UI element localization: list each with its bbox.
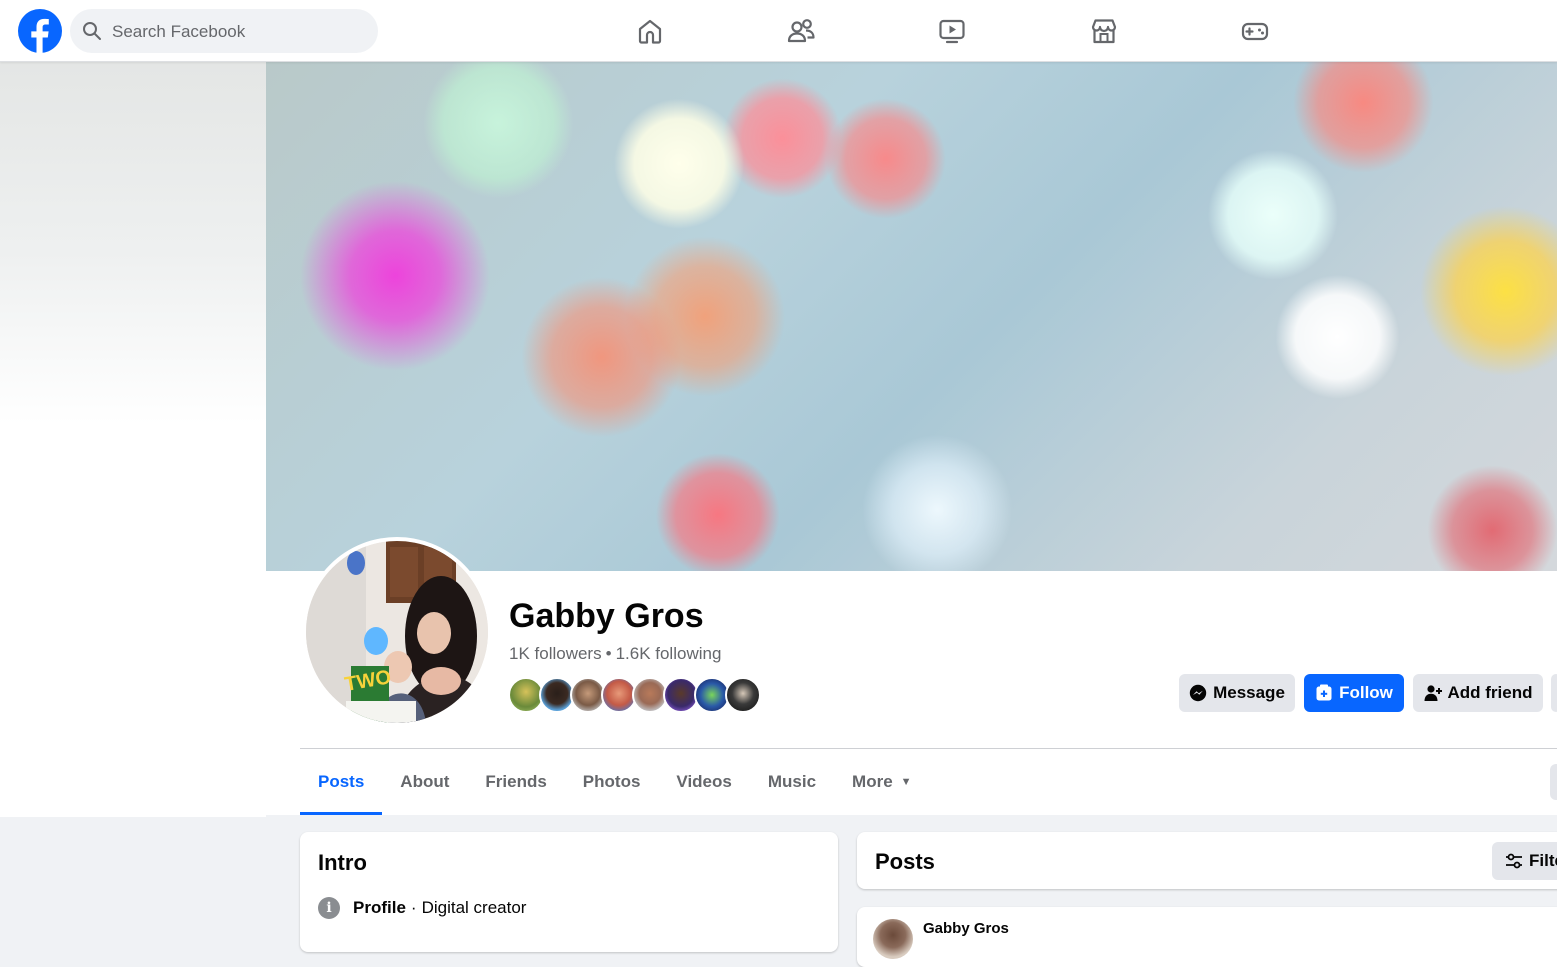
tab-more[interactable]: More ▼: [834, 749, 930, 815]
profile-picture[interactable]: TWO: [302, 537, 492, 727]
followers-count-link[interactable]: 1K followers: [509, 644, 602, 663]
tab-about[interactable]: About: [382, 749, 467, 815]
filters-button-label: Filters: [1529, 851, 1557, 870]
follow-icon: [1316, 684, 1332, 701]
tab-label: Photos: [582, 772, 641, 791]
add-friend-button-label: Add friend: [1447, 683, 1533, 702]
intro-row-label: Profile: [353, 898, 406, 917]
tab-label: Friends: [485, 772, 547, 791]
cover-photo[interactable]: [266, 62, 1557, 571]
search-input[interactable]: [110, 9, 364, 55]
caret-down-icon: ▼: [900, 776, 912, 788]
posts-header-card: Posts Filters: [857, 832, 1557, 889]
gaming-nav-button[interactable]: [1240, 16, 1270, 46]
marketplace-icon: [1091, 19, 1117, 44]
intro-row-separator: ·: [410, 898, 417, 917]
messenger-icon: [1189, 684, 1207, 702]
message-button-label: Message: [1213, 683, 1285, 702]
video-icon: [939, 19, 965, 44]
marketplace-nav-button[interactable]: [1089, 16, 1119, 46]
add-friend-button[interactable]: Add friend: [1413, 674, 1543, 712]
top-navigation-bar: [0, 0, 1557, 62]
following-count-link[interactable]: 1.6K following: [616, 644, 722, 663]
post-author-avatar[interactable]: [873, 919, 913, 959]
intro-card: Intro i Profile · Digital creator: [300, 832, 838, 952]
follow-counts: 1K followers • 1.6K following: [509, 644, 721, 664]
tab-friends[interactable]: Friends: [467, 749, 564, 815]
intro-title: Intro: [318, 850, 367, 875]
info-icon: i: [318, 897, 340, 919]
friends-nav-button[interactable]: [786, 16, 816, 46]
home-icon: [638, 19, 662, 44]
home-nav-button[interactable]: [635, 16, 665, 46]
friends-icon: [787, 19, 815, 43]
facebook-logo-icon[interactable]: [18, 9, 62, 53]
search-box[interactable]: [70, 9, 378, 55]
video-nav-button[interactable]: [937, 16, 967, 46]
intro-profile-row: i Profile · Digital creator: [318, 896, 526, 920]
tab-music[interactable]: Music: [750, 749, 834, 815]
tab-videos[interactable]: Videos: [658, 749, 749, 815]
gaming-icon: [1241, 22, 1269, 41]
separator-dot: •: [605, 644, 612, 663]
tab-options-button[interactable]: [1550, 764, 1557, 800]
filters-icon: [1506, 853, 1522, 869]
friend-avatar[interactable]: [725, 677, 761, 713]
tab-label: Music: [767, 772, 817, 791]
post-card: Gabby Gros: [857, 907, 1557, 967]
tab-label: Posts: [318, 772, 365, 791]
intro-row-value: Digital creator: [421, 898, 527, 917]
follow-button-label: Follow: [1339, 683, 1393, 702]
add-friend-icon: [1424, 685, 1442, 701]
search-icon: [83, 22, 101, 40]
tab-photos[interactable]: Photos: [565, 749, 659, 815]
tab-label: About: [400, 772, 450, 791]
profile-photo-image: TWO: [306, 541, 488, 723]
profile-name: Gabby Gros: [509, 597, 704, 635]
follow-button[interactable]: Follow: [1304, 674, 1404, 712]
more-actions-button[interactable]: [1551, 674, 1557, 712]
tab-posts[interactable]: Posts: [300, 749, 383, 815]
profile-tabs: Posts About Friends Photos Videos Music …: [300, 749, 930, 815]
posts-title: Posts: [875, 849, 935, 874]
tab-label: More: [852, 772, 893, 791]
mutual-friends-avatars: [508, 677, 768, 713]
message-button[interactable]: Message: [1179, 674, 1295, 712]
filters-button[interactable]: Filters: [1492, 842, 1557, 880]
tab-label: Videos: [676, 772, 732, 791]
